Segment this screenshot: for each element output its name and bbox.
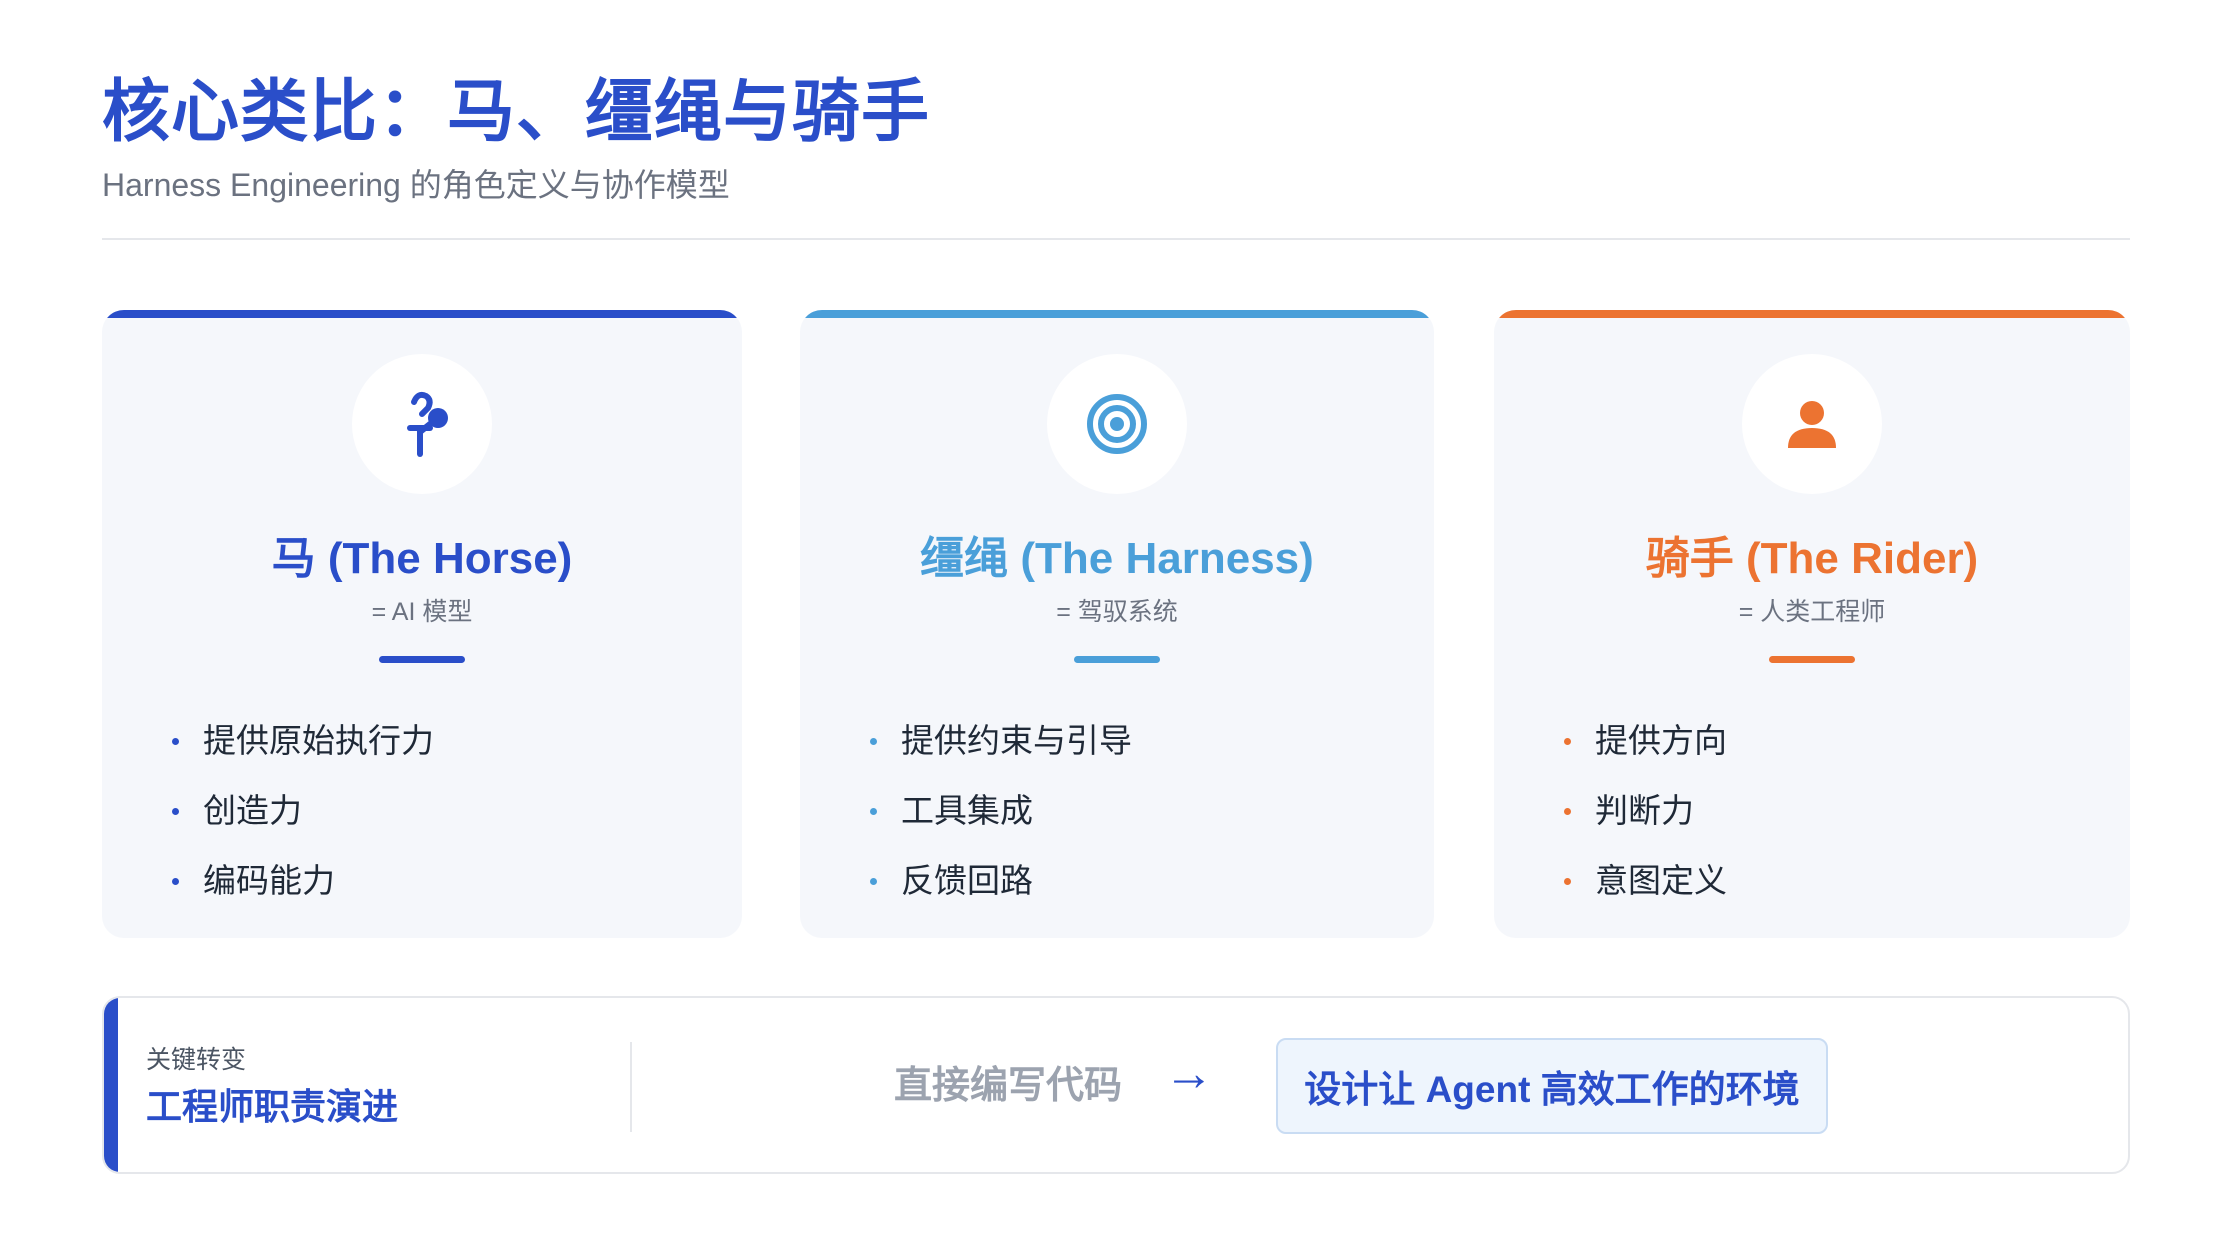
- list-item: 编码能力: [172, 846, 434, 916]
- page-title: 核心类比：马、缰绳与骑手: [102, 74, 931, 150]
- list-item: 提供方向: [1564, 706, 1727, 776]
- card-horse: 马 (The Horse) = AI 模型 提供原始执行力 创造力 编码能力: [102, 310, 742, 938]
- banner-heading: 工程师职责演进: [146, 1086, 399, 1127]
- list-item: 提供约束与引导: [870, 706, 1132, 776]
- bullet-icon: [870, 737, 877, 745]
- card-list: 提供约束与引导 工具集成 反馈回路: [870, 706, 1132, 916]
- slide: 核心类比：马、缰绳与骑手 Harness Engineering 的角色定义与协…: [0, 0, 2216, 1240]
- list-item: 判断力: [1564, 776, 1727, 846]
- banner-accent-bar: [104, 998, 118, 1172]
- card-title: 马 (The Horse): [271, 534, 573, 583]
- card-subtitle: = AI 模型: [371, 598, 473, 626]
- key-shift-banner: 关键转变 工程师职责演进 直接编写代码 → 设计让 Agent 高效工作的环境: [102, 996, 2130, 1174]
- list-item: 工具集成: [870, 776, 1132, 846]
- horse-icon: [407, 391, 448, 457]
- icon-circle: [352, 354, 492, 494]
- accent-line: [1074, 656, 1160, 663]
- bullet-icon: [870, 807, 877, 815]
- card-subtitle: = 驾驭系统: [1056, 598, 1178, 626]
- card-list: 提供方向 判断力 意图定义: [1564, 706, 1727, 916]
- list-item: 意图定义: [1564, 846, 1727, 916]
- banner-kicker: 关键转变: [146, 1046, 247, 1074]
- bullet-icon: [172, 737, 179, 745]
- card-title: 缰绳 (The Harness): [920, 534, 1314, 583]
- card-title: 骑手 (The Rider): [1645, 534, 1979, 583]
- list-item: 反馈回路: [870, 846, 1132, 916]
- bullet-icon: [1564, 807, 1571, 815]
- target-icon: [1087, 394, 1147, 454]
- bullet-icon: [870, 877, 877, 885]
- list-item: 提供原始执行力: [172, 706, 434, 776]
- icon-circle: [1742, 354, 1882, 494]
- bullet-icon: [172, 877, 179, 885]
- bullet-icon: [172, 807, 179, 815]
- accent-line: [379, 656, 465, 663]
- card-top-bar: [102, 310, 742, 318]
- bullet-icon: [1564, 737, 1571, 745]
- list-item: 创造力: [172, 776, 434, 846]
- card-harness: 缰绳 (The Harness) = 驾驭系统 提供约束与引导 工具集成 反馈回…: [800, 310, 1434, 938]
- accent-line: [1769, 656, 1855, 663]
- banner-divider: [630, 1042, 632, 1132]
- card-top-bar: [800, 310, 1434, 318]
- old-role-text: 直接编写代码: [894, 1065, 1123, 1107]
- new-role-text: 设计让 Agent 高效工作的环境: [1304, 1069, 1800, 1110]
- new-role-box: 设计让 Agent 高效工作的环境: [1276, 1038, 1828, 1134]
- icon-circle: [1047, 354, 1187, 494]
- card-list: 提供原始执行力 创造力 编码能力: [172, 706, 434, 916]
- page-subtitle: Harness Engineering 的角色定义与协作模型: [102, 167, 730, 203]
- card-rider: 骑手 (The Rider) = 人类工程师 提供方向 判断力 意图定义: [1494, 310, 2130, 938]
- person-icon: [1788, 401, 1836, 448]
- bullet-icon: [1564, 877, 1571, 885]
- card-subtitle: = 人类工程师: [1738, 598, 1886, 626]
- card-top-bar: [1494, 310, 2130, 318]
- header-divider: [102, 238, 2130, 240]
- arrow-right-icon: →: [1164, 1045, 1214, 1101]
